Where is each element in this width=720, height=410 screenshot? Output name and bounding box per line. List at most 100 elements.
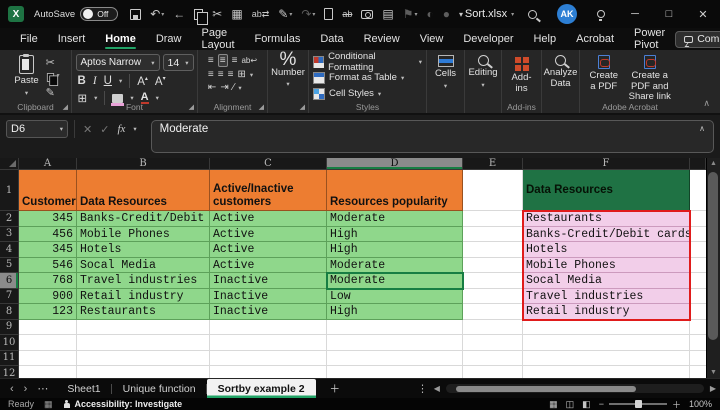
- whats-new-button[interactable]: [584, 0, 618, 28]
- row-header-7[interactable]: 7: [0, 289, 19, 305]
- menu-tab-review[interactable]: Review: [354, 28, 410, 50]
- cell-C10[interactable]: [210, 335, 327, 351]
- cell-A8[interactable]: 123: [19, 304, 77, 320]
- format-as-table-dropdown-icon[interactable]: ▾: [401, 74, 404, 82]
- scroll-down-icon[interactable]: ▼: [710, 369, 717, 376]
- cell-F3[interactable]: Banks-Credit/Debit cards: [523, 227, 690, 243]
- paste-button[interactable]: Paste ▾: [11, 54, 41, 100]
- column-header-C[interactable]: C: [210, 158, 327, 170]
- people-button[interactable]: ◐: [427, 7, 434, 21]
- prev-sheet-button[interactable]: ‹: [10, 383, 14, 395]
- cell-D5[interactable]: Moderate: [327, 258, 463, 274]
- cell-A1[interactable]: Customer: [19, 170, 77, 211]
- menu-tab-data[interactable]: Data: [310, 28, 353, 50]
- align-center-button[interactable]: ≡: [218, 69, 224, 80]
- row-header-12[interactable]: 12: [0, 366, 19, 378]
- cut-button[interactable]: ✂: [212, 7, 222, 21]
- row-header-2[interactable]: 2: [0, 211, 19, 227]
- underline-dropdown-icon[interactable]: ▾: [119, 77, 122, 85]
- copy-button[interactable]: [194, 9, 203, 20]
- cell-E1[interactable]: [463, 170, 523, 211]
- create-pdf-button[interactable]: Create a PDF: [584, 54, 623, 93]
- new-document-button[interactable]: [324, 8, 333, 20]
- cell-E5[interactable]: [463, 258, 523, 274]
- cell-B8[interactable]: Restaurants: [77, 304, 210, 320]
- close-button[interactable]: ✕: [686, 0, 720, 28]
- redo-dropdown-icon[interactable]: ▾: [312, 11, 315, 18]
- autosave-control[interactable]: AutoSave Off: [34, 7, 118, 21]
- grow-font-button[interactable]: A▴: [137, 75, 148, 88]
- formula-input[interactable]: Moderate ∧: [151, 120, 714, 153]
- save-button[interactable]: [130, 9, 141, 20]
- cell-C7[interactable]: Inactive: [210, 289, 327, 305]
- menu-tab-draw[interactable]: Draw: [146, 28, 192, 50]
- hscroll-left-icon[interactable]: ◀: [434, 384, 440, 393]
- cell-C3[interactable]: Active: [210, 227, 327, 243]
- cell-E12[interactable]: [463, 366, 523, 378]
- cell-A11[interactable]: [19, 351, 77, 367]
- cell-E8[interactable]: [463, 304, 523, 320]
- number-format-button[interactable]: % Number ▾: [268, 54, 308, 92]
- menu-tab-page-layout[interactable]: Page Layout: [191, 28, 244, 50]
- cell-F1[interactable]: Data Resources: [523, 170, 690, 211]
- comments-button[interactable]: Comments: [675, 31, 720, 48]
- cell-styles-dropdown-icon[interactable]: ▾: [378, 90, 381, 98]
- column-header-E[interactable]: E: [463, 158, 523, 170]
- back-button[interactable]: ←: [173, 7, 185, 21]
- cell-B10[interactable]: [77, 335, 210, 351]
- merge-center-button[interactable]: ⊞: [237, 69, 245, 80]
- column-header-D[interactable]: D: [327, 158, 463, 170]
- redo-button[interactable]: ↷▾: [301, 7, 315, 21]
- cells-dropdown-icon[interactable]: ▾: [444, 82, 447, 93]
- title-dropdown-icon[interactable]: ▾: [511, 11, 514, 18]
- cell-F10[interactable]: [523, 335, 690, 351]
- cell-E2[interactable]: [463, 211, 523, 227]
- conditional-formatting-dropdown-icon[interactable]: ▾: [419, 58, 422, 66]
- cell-F5[interactable]: Mobile Phones: [523, 258, 690, 274]
- zoom-out-button[interactable]: −: [599, 399, 604, 409]
- search-button[interactable]: [516, 0, 550, 28]
- zoom-level[interactable]: 100%: [689, 399, 712, 409]
- cell-B7[interactable]: Retail industry: [77, 289, 210, 305]
- addins-button[interactable]: Add-ins: [506, 54, 537, 95]
- cell-D10[interactable]: [327, 335, 463, 351]
- font-size-dropdown-icon[interactable]: ▾: [185, 59, 188, 67]
- horizontal-scrollbar[interactable]: [446, 384, 704, 393]
- presence-button[interactable]: ●: [443, 7, 450, 21]
- align-right-button[interactable]: ≡: [228, 69, 234, 80]
- accessibility-status[interactable]: Accessibility: Investigate: [63, 399, 183, 409]
- sheet-tab-sortby-example-2[interactable]: Sortby example 2: [207, 379, 316, 398]
- row-header-6[interactable]: 6: [0, 273, 19, 289]
- page-break-view-button[interactable]: ◧: [582, 399, 591, 410]
- format-as-table-button[interactable]: Format as Table ▾: [313, 70, 422, 85]
- paste-dropdown-icon[interactable]: ▾: [25, 89, 28, 100]
- cell-C1[interactable]: Active/Inactive customers: [210, 170, 327, 211]
- column-header-B[interactable]: B: [77, 158, 210, 170]
- cell-A10[interactable]: [19, 335, 77, 351]
- cells-button[interactable]: Cells ▾: [432, 54, 459, 93]
- font-name-select[interactable]: Aptos Narrow ▾: [76, 54, 160, 71]
- merge-dropdown-icon[interactable]: ▾: [250, 71, 253, 79]
- italic-button[interactable]: I: [93, 75, 97, 87]
- scroll-up-icon[interactable]: ▲: [710, 160, 717, 167]
- row-header-8[interactable]: 8: [0, 304, 19, 320]
- cell-C9[interactable]: [210, 320, 327, 336]
- cell-B11[interactable]: [77, 351, 210, 367]
- row-header-11[interactable]: 11: [0, 351, 19, 367]
- cell-F2[interactable]: Restaurants: [523, 211, 690, 227]
- menu-tab-power-pivot[interactable]: Power Pivot: [624, 28, 675, 50]
- hscroll-right-icon[interactable]: ▶: [710, 384, 716, 393]
- analyze-data-button[interactable]: Analyze Data: [541, 54, 581, 90]
- align-bottom-button[interactable]: ≡: [232, 55, 238, 66]
- ink-dropdown-icon[interactable]: ▾: [289, 11, 292, 18]
- orientation-button[interactable]: ∕: [233, 82, 235, 93]
- row-header-3[interactable]: 3: [0, 227, 19, 243]
- cell-A6[interactable]: 768: [19, 273, 77, 289]
- sheet-tab-sheet1[interactable]: Sheet1: [56, 379, 111, 398]
- strikethrough-button[interactable]: ab: [342, 9, 352, 19]
- align-middle-button[interactable]: ≡: [218, 54, 228, 67]
- cell-E9[interactable]: [463, 320, 523, 336]
- copy-button-ribbon[interactable]: ▾: [46, 72, 60, 83]
- cancel-entry-button[interactable]: ✕: [83, 123, 92, 136]
- sheet-tab-unique-function[interactable]: Unique function: [112, 379, 207, 398]
